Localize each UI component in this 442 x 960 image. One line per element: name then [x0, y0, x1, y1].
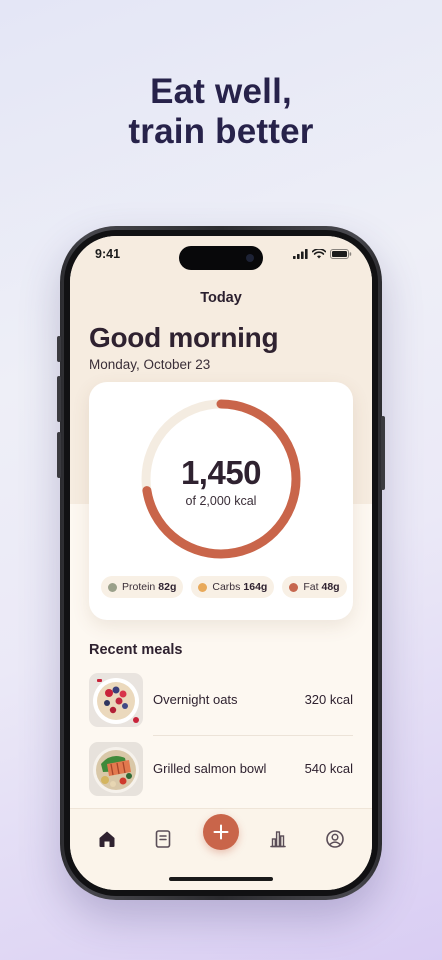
- calories-consumed: 1,450: [180, 454, 262, 491]
- calories-goal: of 2,000 kcal: [185, 494, 257, 508]
- meal-name: Overnight oats: [153, 692, 238, 707]
- nav-title: Today: [200, 290, 242, 306]
- meal-item-overnight-oats[interactable]: Overnight oats 320 kcal: [89, 673, 353, 729]
- signal-icon: [293, 249, 308, 259]
- status-icons: [293, 249, 352, 259]
- add-icon: [213, 824, 229, 840]
- oats-bowl-image: [89, 673, 143, 727]
- dynamic-island: [179, 246, 263, 270]
- greeting-title: Good morning: [89, 322, 279, 353]
- protein-dot-icon: [108, 582, 117, 592]
- volume-up-button: [57, 376, 61, 422]
- tab-home[interactable]: [93, 825, 121, 853]
- macro-label: Fat: [303, 581, 319, 593]
- fat-dot-icon: [289, 582, 299, 592]
- recent-meals-title: Recent meals: [89, 642, 183, 658]
- meal-divider: [153, 735, 353, 736]
- macro-pill-fat: Fat 48g: [282, 576, 347, 598]
- profile-icon: [326, 830, 344, 848]
- power-button: [381, 416, 385, 490]
- meal-name: Grilled salmon bowl: [153, 761, 267, 776]
- greeting-date: Monday, October 23: [89, 357, 211, 372]
- status-time: 9:41: [95, 247, 121, 261]
- macro-value: 82g: [158, 581, 177, 593]
- volume-down-button: [57, 432, 61, 478]
- stats-icon: [270, 831, 286, 848]
- tab-stats[interactable]: [264, 825, 292, 853]
- tab-bar: [70, 808, 372, 890]
- headline-line-1: Eat well,: [150, 72, 292, 111]
- add-meal-button[interactable]: [203, 814, 239, 850]
- home-icon: [99, 831, 115, 847]
- home-indicator: [169, 877, 273, 881]
- meal-item-grilled-salmon-bowl[interactable]: Grilled salmon bowl 540 kcal: [89, 742, 353, 798]
- macro-pills: Protein 82g Carbs 164g Fat 48g: [101, 576, 347, 598]
- macro-value: 48g: [321, 581, 340, 593]
- macro-pill-protein: Protein 82g: [101, 576, 184, 598]
- wifi-icon: [312, 249, 326, 259]
- phone-frame: 9:41 Today Good morning Monday, October: [57, 226, 385, 900]
- camera-icon: [246, 254, 254, 262]
- headline-line-2: train better: [128, 112, 314, 151]
- tab-journal[interactable]: [149, 825, 177, 853]
- salmon-bowl-image: [89, 742, 143, 796]
- mute-switch: [57, 336, 61, 362]
- battery-icon: [330, 249, 352, 259]
- carbs-dot-icon: [198, 582, 208, 592]
- meal-calories: 540 kcal: [304, 761, 353, 776]
- macro-pill-carbs: Carbs 164g: [191, 576, 275, 598]
- macro-label: Protein: [122, 581, 156, 593]
- macro-label: Carbs: [212, 581, 241, 593]
- tab-profile[interactable]: [321, 825, 349, 853]
- calorie-card[interactable]: 1,450 of 2,000 kcal Protein 82g Carbs 16…: [89, 382, 353, 620]
- macro-value: 164g: [243, 581, 268, 593]
- headline: Eat well, train better: [0, 72, 442, 152]
- journal-icon: [155, 830, 171, 848]
- meal-calories: 320 kcal: [304, 692, 353, 707]
- app-screen: 9:41 Today Good morning Monday, October: [70, 236, 372, 890]
